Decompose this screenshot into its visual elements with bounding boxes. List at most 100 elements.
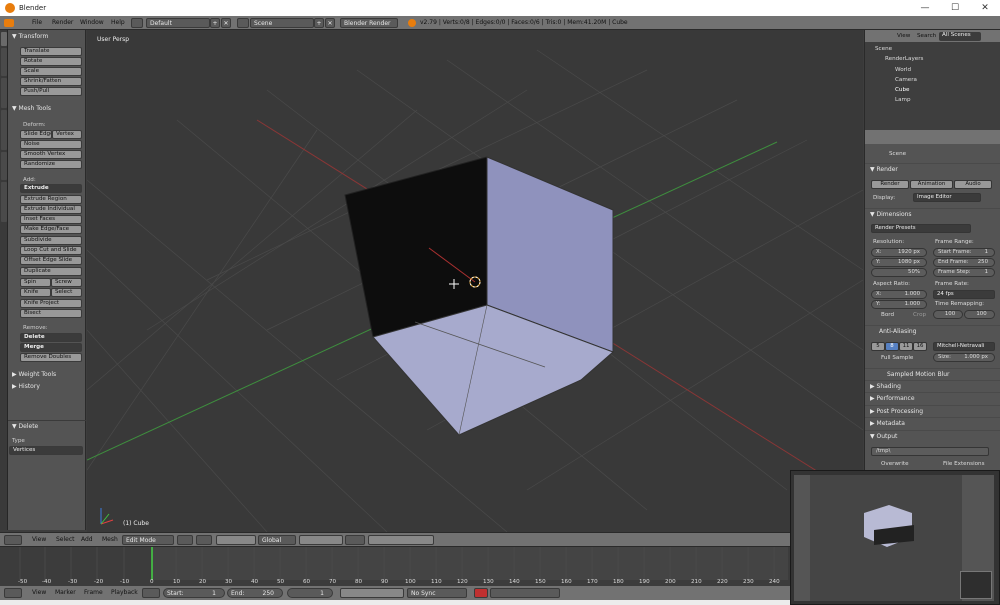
tab-relations[interactable] xyxy=(1,78,7,108)
weight-tools-panel-header[interactable]: ▶ Weight Tools xyxy=(8,369,86,380)
make-edge-face-button[interactable]: Make Edge/Face xyxy=(20,225,82,234)
layout-close-icon[interactable]: ✕ xyxy=(221,18,231,28)
output-panel-header[interactable]: ▼ Output xyxy=(865,430,1000,441)
knife-button[interactable]: Knife xyxy=(20,288,51,297)
time-remap-old-field[interactable]: 100 xyxy=(933,310,963,319)
timeline-menu-playback[interactable]: Playback xyxy=(111,589,138,596)
timeline[interactable]: -50 -40 -30 -20 -10 0 10 20 30 40 50 60 … xyxy=(0,546,790,586)
aa-filter-selector[interactable]: Mitchell-Netravali xyxy=(933,342,995,351)
snap-and-render-icons[interactable] xyxy=(368,535,434,545)
tab-tools[interactable] xyxy=(1,32,7,46)
close-button[interactable]: ✕ xyxy=(970,0,1000,16)
spin-button[interactable]: Spin xyxy=(20,278,51,287)
aa-11-button[interactable]: 11 xyxy=(899,342,913,351)
tab-options[interactable] xyxy=(1,152,7,180)
render-presets-selector[interactable]: Render Presets xyxy=(871,224,971,233)
time-remap-new-field[interactable]: 100 xyxy=(964,310,995,319)
delete-operator-panel-header[interactable]: ▼ Delete xyxy=(8,420,86,431)
start-frame-prop-field[interactable]: Start Frame: 1 xyxy=(933,248,995,257)
maximize-button[interactable]: ☐ xyxy=(940,0,970,16)
performance-panel-header[interactable]: ▶ Performance xyxy=(865,392,1000,403)
bisect-button[interactable]: Bisect xyxy=(20,309,82,318)
remove-doubles-button[interactable]: Remove Doubles xyxy=(20,353,82,362)
viewport-shading-icon[interactable] xyxy=(177,535,193,545)
end-frame-prop-field[interactable]: End Frame: 250 xyxy=(933,258,995,267)
filter-size-field[interactable]: Size: 1.000 px xyxy=(933,353,995,362)
knife-select-button[interactable]: Select xyxy=(51,288,82,297)
inset-faces-button[interactable]: Inset Faces xyxy=(20,215,82,224)
outliner[interactable]: View Search All Scenes Scene RenderLayer… xyxy=(865,30,1000,130)
shading-panel-header[interactable]: ▶ Shading xyxy=(865,380,1000,391)
scene-selector[interactable]: Scene xyxy=(250,18,314,28)
noise-button[interactable]: Noise xyxy=(20,140,82,149)
frame-rate-selector[interactable]: 24 fps xyxy=(933,290,995,299)
history-panel-header[interactable]: ▶ History xyxy=(8,381,86,392)
animation-button[interactable]: Animation xyxy=(910,180,953,189)
frame-step-field[interactable]: Frame Step: 1 xyxy=(933,268,995,277)
crop-checkbox[interactable]: Crop xyxy=(913,312,926,318)
extrude-individual-button[interactable]: Extrude Individual xyxy=(20,205,82,214)
push-pull-button[interactable]: Push/Pull xyxy=(20,87,82,96)
file-extensions-checkbox[interactable]: File Extensions xyxy=(943,461,985,467)
menu-select[interactable]: Select xyxy=(56,536,75,543)
outliner-item-camera[interactable]: Camera xyxy=(895,77,917,83)
aa-5-button[interactable]: 5 xyxy=(871,342,885,351)
resolution-y-field[interactable]: Y: 1080 px xyxy=(871,258,927,267)
menu-render[interactable]: Render xyxy=(52,19,73,26)
editor-type-icon[interactable] xyxy=(4,19,14,27)
keying-set-field[interactable] xyxy=(490,588,560,598)
aspect-y-field[interactable]: Y: 1.000 xyxy=(871,300,927,309)
taskbar-preview-thumbnail[interactable] xyxy=(790,470,1000,605)
anti-aliasing-panel-header[interactable]: Anti-Aliasing xyxy=(865,325,1000,336)
scene-add-icon[interactable]: + xyxy=(314,18,324,28)
offset-edge-slide-button[interactable]: Offset Edge Slide xyxy=(20,256,82,265)
outliner-item-scene[interactable]: Scene xyxy=(875,46,892,52)
duplicate-button[interactable]: Duplicate xyxy=(20,267,82,276)
timeline-menu-view[interactable]: View xyxy=(32,589,46,596)
resolution-x-field[interactable]: X: 1920 px xyxy=(871,248,927,257)
menu-add[interactable]: Add xyxy=(81,536,93,543)
layer-buttons[interactable] xyxy=(299,535,343,545)
extrude-menu[interactable]: Extrude xyxy=(20,184,82,193)
rotate-button[interactable]: Rotate xyxy=(20,57,82,66)
merge-menu[interactable]: Merge xyxy=(20,343,82,352)
layout-add-icon[interactable]: + xyxy=(210,18,220,28)
timeline-menu-frame[interactable]: Frame xyxy=(84,589,103,596)
display-selector[interactable]: Image Editor xyxy=(913,193,981,202)
outliner-item-world[interactable]: World xyxy=(895,67,911,73)
end-frame-field[interactable]: End: 250 xyxy=(227,588,283,598)
scene-close-icon[interactable]: ✕ xyxy=(325,18,335,28)
render-engine-selector[interactable]: Blender Render xyxy=(340,18,398,28)
smooth-vertex-button[interactable]: Smooth Vertex xyxy=(20,150,82,159)
playback-controls[interactable] xyxy=(340,588,404,598)
tab-create[interactable] xyxy=(1,48,7,76)
delete-menu[interactable]: Delete xyxy=(20,333,82,342)
editor-type-3d-icon[interactable] xyxy=(4,535,22,545)
metadata-panel-header[interactable]: ▶ Metadata xyxy=(865,417,1000,428)
audio-button[interactable]: Audio xyxy=(954,180,992,189)
menu-file[interactable]: File xyxy=(32,19,42,26)
dimensions-panel-header[interactable]: ▼ Dimensions xyxy=(865,208,1000,219)
output-path-field[interactable]: /tmp\ xyxy=(871,447,989,456)
shrink-fatten-button[interactable]: Shrink/Fatten xyxy=(20,77,82,86)
preview-range-icon[interactable] xyxy=(142,588,160,598)
render-panel-header[interactable]: ▼ Render xyxy=(865,163,1000,174)
outliner-item-cube[interactable]: Cube xyxy=(895,87,909,93)
render-button[interactable]: Render xyxy=(871,180,909,189)
menu-window[interactable]: Window xyxy=(80,19,104,26)
slide-edge-button[interactable]: Slide Edge xyxy=(20,130,52,139)
aa-16-button[interactable]: 16 xyxy=(913,342,927,351)
mode-selector[interactable]: Edit Mode xyxy=(122,535,174,545)
editor-type-timeline-icon[interactable] xyxy=(4,588,22,598)
loop-cut-slide-button[interactable]: Loop Cut and Slide xyxy=(20,246,82,255)
auto-keying-icon[interactable] xyxy=(474,588,488,598)
layout-selector[interactable]: Default xyxy=(146,18,210,28)
border-checkbox[interactable]: Bord xyxy=(881,312,894,318)
extrude-region-button[interactable]: Extrude Region xyxy=(20,195,82,204)
subdivide-button[interactable]: Subdivide xyxy=(20,236,82,245)
menu-mesh[interactable]: Mesh xyxy=(102,536,118,543)
knife-project-button[interactable]: Knife Project xyxy=(20,299,82,308)
overwrite-checkbox[interactable]: Overwrite xyxy=(881,461,909,467)
manipulator-icons[interactable] xyxy=(216,535,256,545)
transform-panel-header[interactable]: ▼ Transform xyxy=(8,31,86,42)
